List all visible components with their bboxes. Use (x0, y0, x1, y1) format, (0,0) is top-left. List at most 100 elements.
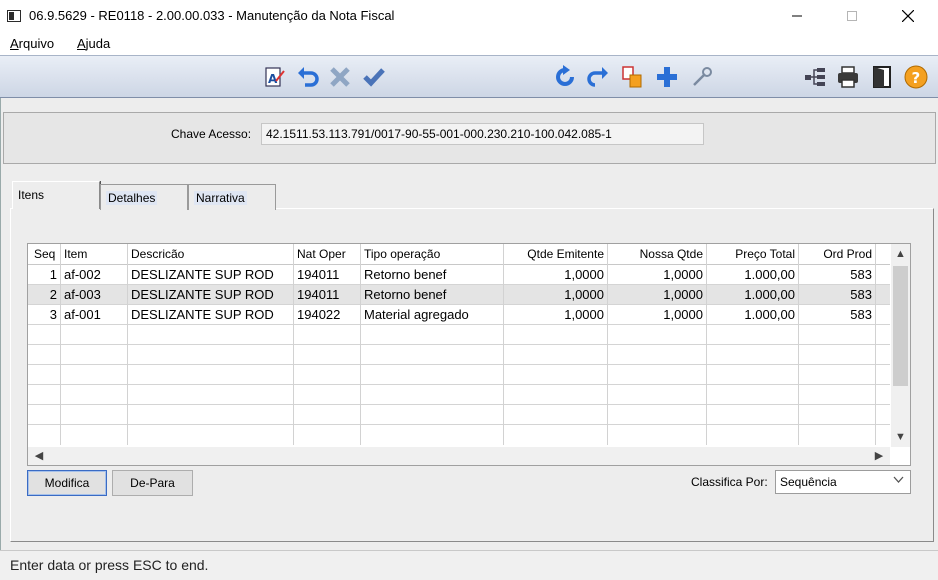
vertical-scrollbar[interactable]: ▲ ▼ (891, 244, 910, 447)
menu-arquivo-label: rquivo (18, 36, 55, 51)
empty-row[interactable] (28, 325, 890, 345)
col-header-nat-oper[interactable]: Nat Oper (294, 244, 361, 265)
empty-cell (504, 385, 608, 405)
empty-row[interactable] (28, 425, 890, 445)
empty-cell (361, 345, 504, 365)
modifica-button[interactable]: Modifica (27, 470, 107, 496)
empty-cell (799, 385, 876, 405)
cell-nat-oper: 194011 (294, 285, 361, 305)
cell-seq: 3 (28, 305, 61, 325)
scroll-right-icon[interactable]: ▶ (870, 447, 888, 465)
empty-cell (28, 425, 61, 445)
col-header-qtde-emitente[interactable]: Qtde Emitente (504, 244, 608, 265)
menu-ajuda-accel: A (77, 36, 86, 51)
hierarchy-button[interactable] (802, 64, 828, 90)
redo-button[interactable] (585, 64, 611, 90)
sort-select[interactable]: Sequência (775, 470, 911, 494)
edit-document-icon: A (265, 67, 285, 87)
undo-button[interactable] (295, 64, 321, 90)
tab-narrativa[interactable]: Narrativa (188, 184, 276, 210)
empty-cell (61, 385, 128, 405)
empty-cell (799, 405, 876, 425)
empty-row[interactable] (28, 345, 890, 365)
cancel-icon (330, 67, 350, 87)
status-text: Enter data or press ESC to end. (10, 557, 209, 573)
toolbar: A ? (0, 55, 938, 98)
tab-itens[interactable]: Itens (12, 181, 100, 209)
empty-cell (504, 405, 608, 425)
col-header-preco-total[interactable]: Preço Total (707, 244, 799, 265)
col-header-ord-prod[interactable]: Ord Prod (799, 244, 876, 265)
help-button[interactable]: ? (903, 64, 929, 90)
empty-row[interactable] (28, 365, 890, 385)
sort-label: Classifica Por: (691, 475, 768, 489)
empty-row[interactable] (28, 385, 890, 405)
tab-itens-label: Itens (18, 188, 45, 202)
scroll-left-icon[interactable]: ◀ (30, 447, 48, 465)
help-icon: ? (904, 65, 928, 89)
tab-detalhes[interactable]: Detalhes (100, 184, 188, 210)
empty-cell (361, 425, 504, 445)
chevron-down-icon (893, 474, 904, 488)
cell-item: af-002 (61, 265, 128, 285)
col-header-seq[interactable]: Seq (28, 244, 61, 265)
cell-nat-oper: 194011 (294, 265, 361, 285)
confirm-button[interactable] (361, 64, 387, 90)
empty-cell (608, 385, 707, 405)
empty-cell (504, 365, 608, 385)
empty-cell (128, 385, 294, 405)
access-key-label: Chave Acesso: (171, 127, 252, 141)
exit-button[interactable] (869, 64, 895, 90)
refresh-icon (556, 65, 574, 86)
access-key-field[interactable]: 42.1511.53.113.791/0017-90-55-001-000.23… (261, 123, 704, 145)
refresh-button[interactable] (552, 64, 578, 90)
vertical-scroll-thumb[interactable] (893, 266, 908, 386)
menu-ajuda[interactable]: Ajuda (77, 36, 110, 51)
cell-nossa-qtde: 1,0000 (608, 285, 707, 305)
menu-arquivo[interactable]: Arquivo (10, 36, 54, 51)
cell-item: af-001 (61, 305, 128, 325)
empty-row[interactable] (28, 405, 890, 425)
empty-cell (61, 345, 128, 365)
cell-item: af-003 (61, 285, 128, 305)
empty-cell (504, 325, 608, 345)
add-button[interactable] (654, 64, 680, 90)
col-header-item[interactable]: Item (61, 244, 128, 265)
empty-cell (608, 405, 707, 425)
items-grid[interactable]: Seq Item Descricão Nat Oper Tipo operaçã… (27, 243, 911, 466)
minimize-button[interactable] (774, 0, 820, 32)
cancel-button[interactable] (327, 64, 353, 90)
de-para-button[interactable]: De-Para (112, 470, 193, 496)
empty-cell (28, 365, 61, 385)
empty-cell (504, 345, 608, 365)
empty-cell (28, 385, 61, 405)
cell-ord-prod: 583 (799, 265, 876, 285)
col-header-nossa-qtde[interactable]: Nossa Qtde (608, 244, 707, 265)
scroll-up-icon[interactable]: ▲ (891, 244, 910, 264)
table-row-selected[interactable]: 2 af-003 DESLIZANTE SUP ROD 194011 Retor… (28, 285, 890, 305)
close-button[interactable] (885, 0, 931, 32)
print-button[interactable] (835, 64, 861, 90)
empty-cell (128, 345, 294, 365)
grid-header: Seq Item Descricão Nat Oper Tipo operaçã… (28, 244, 890, 265)
empty-cell (707, 385, 799, 405)
empty-cell (28, 405, 61, 425)
col-header-descricao[interactable]: Descricão (128, 244, 294, 265)
table-row[interactable]: 1 af-002 DESLIZANTE SUP ROD 194011 Retor… (28, 265, 890, 285)
table-row[interactable]: 3 af-001 DESLIZANTE SUP ROD 194022 Mater… (28, 305, 890, 325)
empty-cell (61, 405, 128, 425)
empty-cell (608, 425, 707, 445)
maximize-button[interactable] (829, 0, 875, 32)
menu-arquivo-accel: A (10, 36, 19, 51)
redo-icon (587, 67, 608, 87)
horizontal-scrollbar[interactable]: ◀ ▶ (28, 447, 890, 465)
copy-button[interactable] (619, 64, 645, 90)
scroll-down-icon[interactable]: ▼ (891, 427, 910, 447)
empty-cell (361, 365, 504, 385)
empty-cell (294, 325, 361, 345)
col-header-tipo-operacao[interactable]: Tipo operação (361, 244, 504, 265)
tools-icon (693, 67, 712, 86)
tools-button[interactable] (689, 64, 715, 90)
hierarchy-icon (805, 68, 825, 86)
edit-document-button[interactable]: A (261, 64, 287, 90)
